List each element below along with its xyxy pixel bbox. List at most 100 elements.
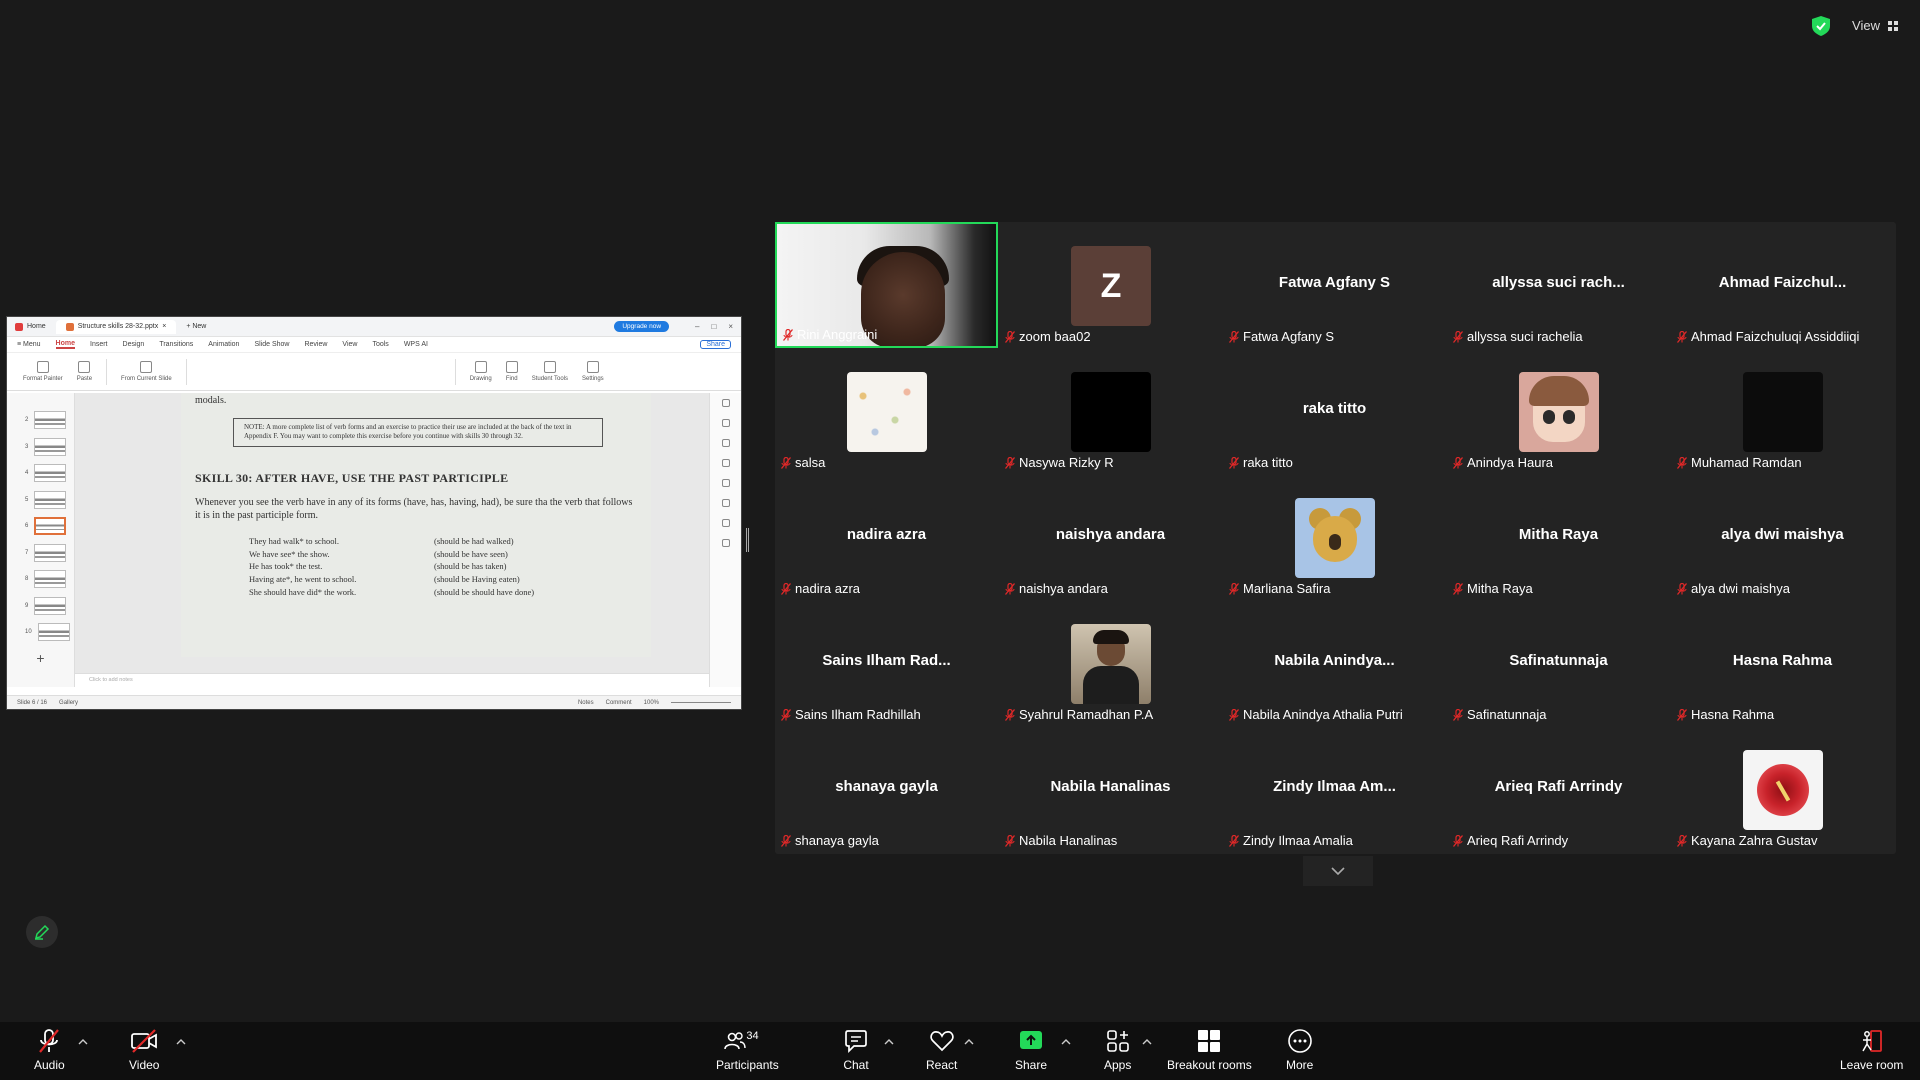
zoom-level[interactable]: 100% <box>644 700 659 706</box>
menu-item[interactable]: View <box>342 341 357 348</box>
audio-options-caret-icon[interactable] <box>78 1038 88 1046</box>
slide-thumbnail[interactable]: 8 <box>7 566 74 593</box>
participants-button[interactable]: 34 Participants <box>716 1028 779 1072</box>
menu-item-wps-ai[interactable]: WPS AI <box>404 341 428 348</box>
paste-button[interactable]: Paste <box>77 361 92 382</box>
slide-thumbnail[interactable]: 4 <box>7 460 74 487</box>
participant-tile[interactable]: Fatwa Agfany S Fatwa Agfany S <box>1223 222 1446 348</box>
next-page-button[interactable] <box>1303 856 1373 886</box>
participant-tile[interactable]: Arieq Rafi Arrindy Arieq Rafi Arrindy <box>1447 726 1670 852</box>
participant-tile[interactable]: Kayana Zahra Gustav <box>1671 726 1894 852</box>
tab-document[interactable]: Structure skills 28-32.pptx × <box>55 319 177 334</box>
star-icon[interactable] <box>721 479 730 487</box>
tab-home[interactable]: Home <box>15 322 46 331</box>
more-button[interactable]: More <box>1286 1028 1313 1072</box>
slide-thumbnail[interactable]: 3 <box>7 434 74 461</box>
gallery-button[interactable]: Gallery <box>59 700 78 706</box>
audio-button[interactable]: Audio <box>34 1028 65 1072</box>
participant-tile[interactable]: Anindya Haura <box>1447 348 1670 474</box>
participant-tile[interactable]: Muhamad Ramdan <box>1671 348 1894 474</box>
format-painter-button[interactable]: Format Painter <box>23 361 63 382</box>
drawing-button[interactable]: Drawing <box>470 361 492 382</box>
chat-options-caret-icon[interactable] <box>884 1038 894 1046</box>
student-tools-button[interactable]: Student Tools <box>532 361 568 382</box>
menu-item[interactable]: Review <box>304 341 327 348</box>
close-window-icon[interactable]: × <box>728 322 733 331</box>
participant-tile[interactable]: nadira azra nadira azra <box>775 474 998 600</box>
shared-screen[interactable]: Home Structure skills 28-32.pptx × + New … <box>6 316 742 710</box>
help-icon[interactable] <box>721 539 730 547</box>
minimize-icon[interactable]: – <box>695 322 699 331</box>
zoom-slider[interactable] <box>671 702 731 703</box>
slide-thumbnail[interactable]: 7 <box>7 540 74 567</box>
thumbnail-image <box>34 411 67 430</box>
notes-button[interactable]: Notes <box>578 700 594 706</box>
participant-tile[interactable]: Zzoom baa02 <box>999 222 1222 348</box>
participant-tile[interactable]: naishya andara naishya andara <box>999 474 1222 600</box>
slide-thumbnail[interactable]: 5 <box>7 487 74 514</box>
participant-tile[interactable]: Rini Anggraini <box>775 222 998 348</box>
menu-item-home[interactable]: Home <box>55 340 75 349</box>
participant-tile[interactable]: Zindy Ilmaa Am... Zindy Ilmaa Amalia <box>1223 726 1446 852</box>
menu-item[interactable]: Insert <box>90 341 108 348</box>
participant-tile[interactable]: Sains Ilham Rad... Sains Ilham Radhillah <box>775 600 998 726</box>
maximize-icon[interactable]: □ <box>711 322 716 331</box>
slide-canvas[interactable]: modals. NOTE: A more complete list of ve… <box>75 393 709 687</box>
participant-tile[interactable]: Syahrul Ramadhan P.A <box>999 600 1222 726</box>
settings-button[interactable]: Settings <box>582 361 604 382</box>
share-button[interactable]: Share <box>1015 1028 1047 1072</box>
find-button[interactable]: Find <box>505 361 518 382</box>
annotate-pen-button[interactable] <box>26 916 58 948</box>
tool-icon[interactable] <box>721 419 730 427</box>
slide-thumbnail-selected[interactable]: 6 <box>7 513 74 540</box>
breakout-rooms-button[interactable]: Breakout rooms <box>1167 1028 1252 1072</box>
tool-icon[interactable] <box>721 399 730 407</box>
leave-room-button[interactable]: Leave room <box>1840 1028 1903 1072</box>
participant-tile[interactable]: Hasna Rahma Hasna Rahma <box>1671 600 1894 726</box>
upgrade-button[interactable]: Upgrade now <box>614 321 670 332</box>
slide-thumbnail[interactable]: 10 <box>7 619 74 646</box>
chat-button[interactable]: Chat <box>843 1028 869 1072</box>
apps-button[interactable]: Apps <box>1104 1028 1131 1072</box>
tool-icon[interactable] <box>721 459 730 467</box>
menu-item[interactable]: Transitions <box>159 341 193 348</box>
add-slide-icon[interactable]: + <box>7 650 74 666</box>
participant-tile[interactable]: shanaya gayla shanaya gayla <box>775 726 998 852</box>
participant-tile[interactable]: allyssa suci rach... allyssa suci racheli… <box>1447 222 1670 348</box>
share-options-caret-icon[interactable] <box>1061 1038 1071 1046</box>
participant-tile[interactable]: Mitha Raya Mitha Raya <box>1447 474 1670 600</box>
comment-button[interactable]: Comment <box>606 700 632 706</box>
menu-item[interactable]: Slide Show <box>254 341 289 348</box>
menu-item[interactable]: Design <box>123 341 145 348</box>
slide-thumbnail[interactable]: 9 <box>7 593 74 620</box>
apps-options-caret-icon[interactable] <box>1142 1038 1152 1046</box>
close-icon[interactable]: × <box>162 323 166 330</box>
participant-tile[interactable]: alya dwi maishya alya dwi maishya <box>1671 474 1894 600</box>
encryption-shield-icon[interactable] <box>1812 15 1831 36</box>
tab-new[interactable]: + New <box>186 323 206 330</box>
from-current-slide-button[interactable]: From Current Slide <box>121 361 172 382</box>
slide-thumbnail[interactable]: 2 <box>7 407 74 434</box>
participant-tile[interactable]: Nasywa Rizky R <box>999 348 1222 474</box>
menu-item[interactable]: Animation <box>208 341 239 348</box>
view-button[interactable]: View <box>1844 14 1906 37</box>
video-options-caret-icon[interactable] <box>176 1038 186 1046</box>
react-options-caret-icon[interactable] <box>964 1038 974 1046</box>
react-button[interactable]: React <box>926 1028 957 1072</box>
notes-field[interactable]: Click to add notes <box>75 673 709 687</box>
video-button[interactable]: Video <box>129 1028 159 1072</box>
tool-icon[interactable] <box>721 439 730 447</box>
doc-share-button[interactable]: Share <box>700 340 731 349</box>
menu-item[interactable]: ≡ Menu <box>17 341 41 348</box>
history-icon[interactable] <box>721 519 730 527</box>
participant-tile[interactable]: Ahmad Faizchul... Ahmad Faizchuluqi Assid… <box>1671 222 1894 348</box>
participant-tile[interactable]: raka titto raka titto <box>1223 348 1446 474</box>
participant-tile[interactable]: Safinatunnaja Safinatunnaja <box>1447 600 1670 726</box>
participant-tile[interactable]: salsa <box>775 348 998 474</box>
participant-tile[interactable]: Nabila Hanalinas Nabila Hanalinas <box>999 726 1222 852</box>
menu-item[interactable]: Tools <box>372 341 388 348</box>
tool-icon[interactable] <box>721 499 730 507</box>
split-resize-handle[interactable] <box>746 528 749 552</box>
participant-tile[interactable]: Nabila Anindya... Nabila Anindya Athalia … <box>1223 600 1446 726</box>
participant-tile[interactable]: Marliana Safira <box>1223 474 1446 600</box>
